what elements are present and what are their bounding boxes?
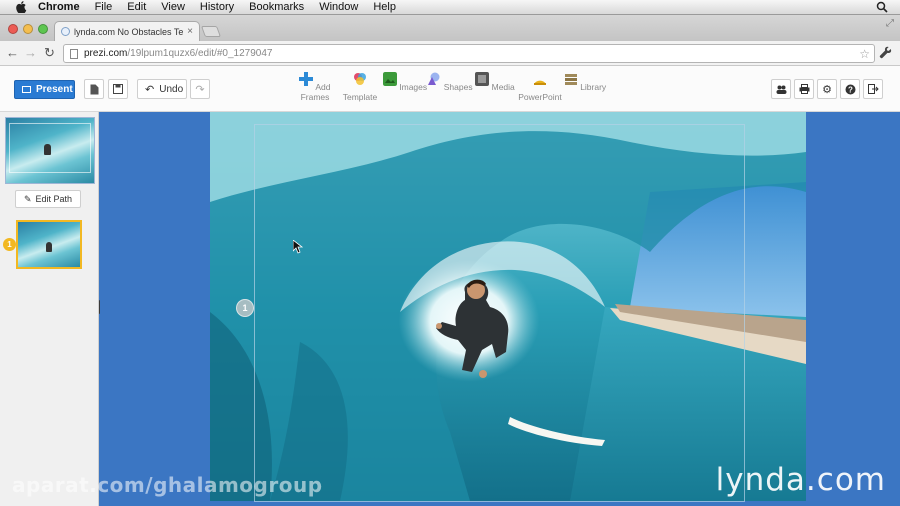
shapes-label: Shapes [443,82,473,92]
film-icon [475,72,490,86]
minimize-window-button[interactable] [23,24,33,34]
back-button[interactable]: ← [6,45,19,61]
window-controls [8,24,48,34]
images-tool[interactable]: Images [380,72,430,92]
bookmark-star-icon[interactable]: ☆ [859,47,870,61]
printer-icon [799,84,809,94]
surfer-figure [44,144,51,155]
template-label: Template [342,92,378,102]
menu-edit[interactable]: Edit [127,0,146,15]
wrench-menu-icon[interactable] [879,46,892,59]
users-icon [776,85,786,94]
path-sidebar: ✎ Edit Path 1 [0,112,99,506]
present-button[interactable]: Present [14,80,75,99]
powerpoint-tool[interactable]: PowerPoint [515,72,565,102]
page-icon [70,48,78,59]
powerpoint-label: PowerPoint [518,92,562,102]
library-tool[interactable]: Library [560,72,610,92]
browser-tab-strip: lynda.com No Obstacles Ten × ⤢ [0,15,900,41]
gear-icon: ⚙ [822,83,832,96]
menu-help[interactable]: Help [373,0,396,15]
document-icon [90,84,98,94]
new-document-button[interactable] [84,79,104,99]
browser-tab[interactable]: lynda.com No Obstacles Ten × [54,21,200,41]
forward-button[interactable]: → [24,45,37,61]
fullscreen-icon[interactable]: ⤢ [886,18,894,29]
browser-toolbar: ← → ↻ prezi.com /19lpum1quzx6/edit/#0_12… [0,41,900,66]
shapes-tool[interactable]: Shapes [425,72,475,92]
help-button[interactable]: ? [840,79,860,99]
pencil-icon: ✎ [23,193,32,204]
share-users-button[interactable] [771,79,791,99]
menu-file[interactable]: File [95,0,113,15]
redo-button[interactable]: ↷ [190,79,210,99]
prezi-toolbar: Present ↶ Undo ↷ Add Frames Template Ima… [0,66,900,112]
path-step-number: 1 [3,238,16,251]
undo-arrow-icon: ↶ [145,83,155,96]
image-icon [382,72,397,86]
tab-favicon-icon [61,27,70,36]
path-step-thumbnail[interactable] [16,220,82,269]
svg-text:?: ? [848,85,853,94]
exit-button[interactable] [863,79,883,99]
prezi-right-icons: ⚙ ? [771,79,883,99]
add-frames-tool[interactable]: Add Frames [290,72,340,102]
zoom-window-button[interactable] [38,24,48,34]
help-icon: ? [845,84,855,94]
apple-menu-icon[interactable] [14,1,28,13]
print-button[interactable] [794,79,814,99]
media-tool[interactable]: Media [470,72,520,92]
settings-button[interactable]: ⚙ [817,79,837,99]
prezi-canvas[interactable]: 1 [100,112,900,506]
spotlight-search-icon[interactable] [876,1,888,13]
lynda-brand: lynda [715,462,806,498]
redo-arrow-icon: ↷ [195,83,205,96]
shapes-icon [428,72,440,85]
menu-window[interactable]: Window [319,0,358,15]
url-host: prezi.com [84,48,128,59]
save-icon [113,84,123,94]
library-label: Library [580,82,607,92]
library-icon [564,74,577,85]
overview-thumbnail[interactable] [5,117,95,184]
save-button[interactable] [108,79,128,99]
lynda-tld: com [816,462,886,498]
frame-number-badge[interactable]: 1 [236,299,254,317]
media-label: Media [491,82,515,92]
edit-path-label: Edit Path [35,194,73,204]
new-tab-button[interactable] [200,26,222,37]
present-icon [22,86,31,93]
edit-path-button[interactable]: ✎ Edit Path [15,190,81,208]
lynda-dot: . [805,462,817,498]
powerpoint-icon [534,80,546,85]
frame-outline[interactable] [254,124,745,502]
lynda-watermark: lynda.com [716,462,886,498]
address-bar[interactable]: prezi.com /19lpum1quzx6/edit/#0_1279047 … [63,44,875,63]
reload-button[interactable]: ↻ [44,45,55,61]
images-label: Images [399,82,428,92]
undo-button[interactable]: ↶ Undo [137,79,187,99]
menu-app-name[interactable]: Chrome [38,0,80,15]
tab-title: lynda.com No Obstacles Ten [74,26,184,37]
tab-close-icon[interactable]: × [187,26,193,37]
present-label: Present [36,84,73,95]
menu-view[interactable]: View [161,0,185,15]
mac-menu-bar: Chrome File Edit View History Bookmarks … [0,0,900,15]
mouse-cursor-icon [293,240,303,254]
plus-icon [299,72,314,86]
close-window-button[interactable] [8,24,18,34]
palette-icon [354,73,366,85]
exit-icon [867,84,879,94]
template-tool[interactable]: Template [335,72,385,102]
undo-label: Undo [159,83,184,95]
aparat-watermark: aparat.com/ghalamogroup [12,473,323,497]
url-path: /19lpum1quzx6/edit/#0_1279047 [127,48,273,59]
menu-history[interactable]: History [200,0,234,15]
menu-bookmarks[interactable]: Bookmarks [249,0,304,15]
surfer-figure [46,242,52,252]
